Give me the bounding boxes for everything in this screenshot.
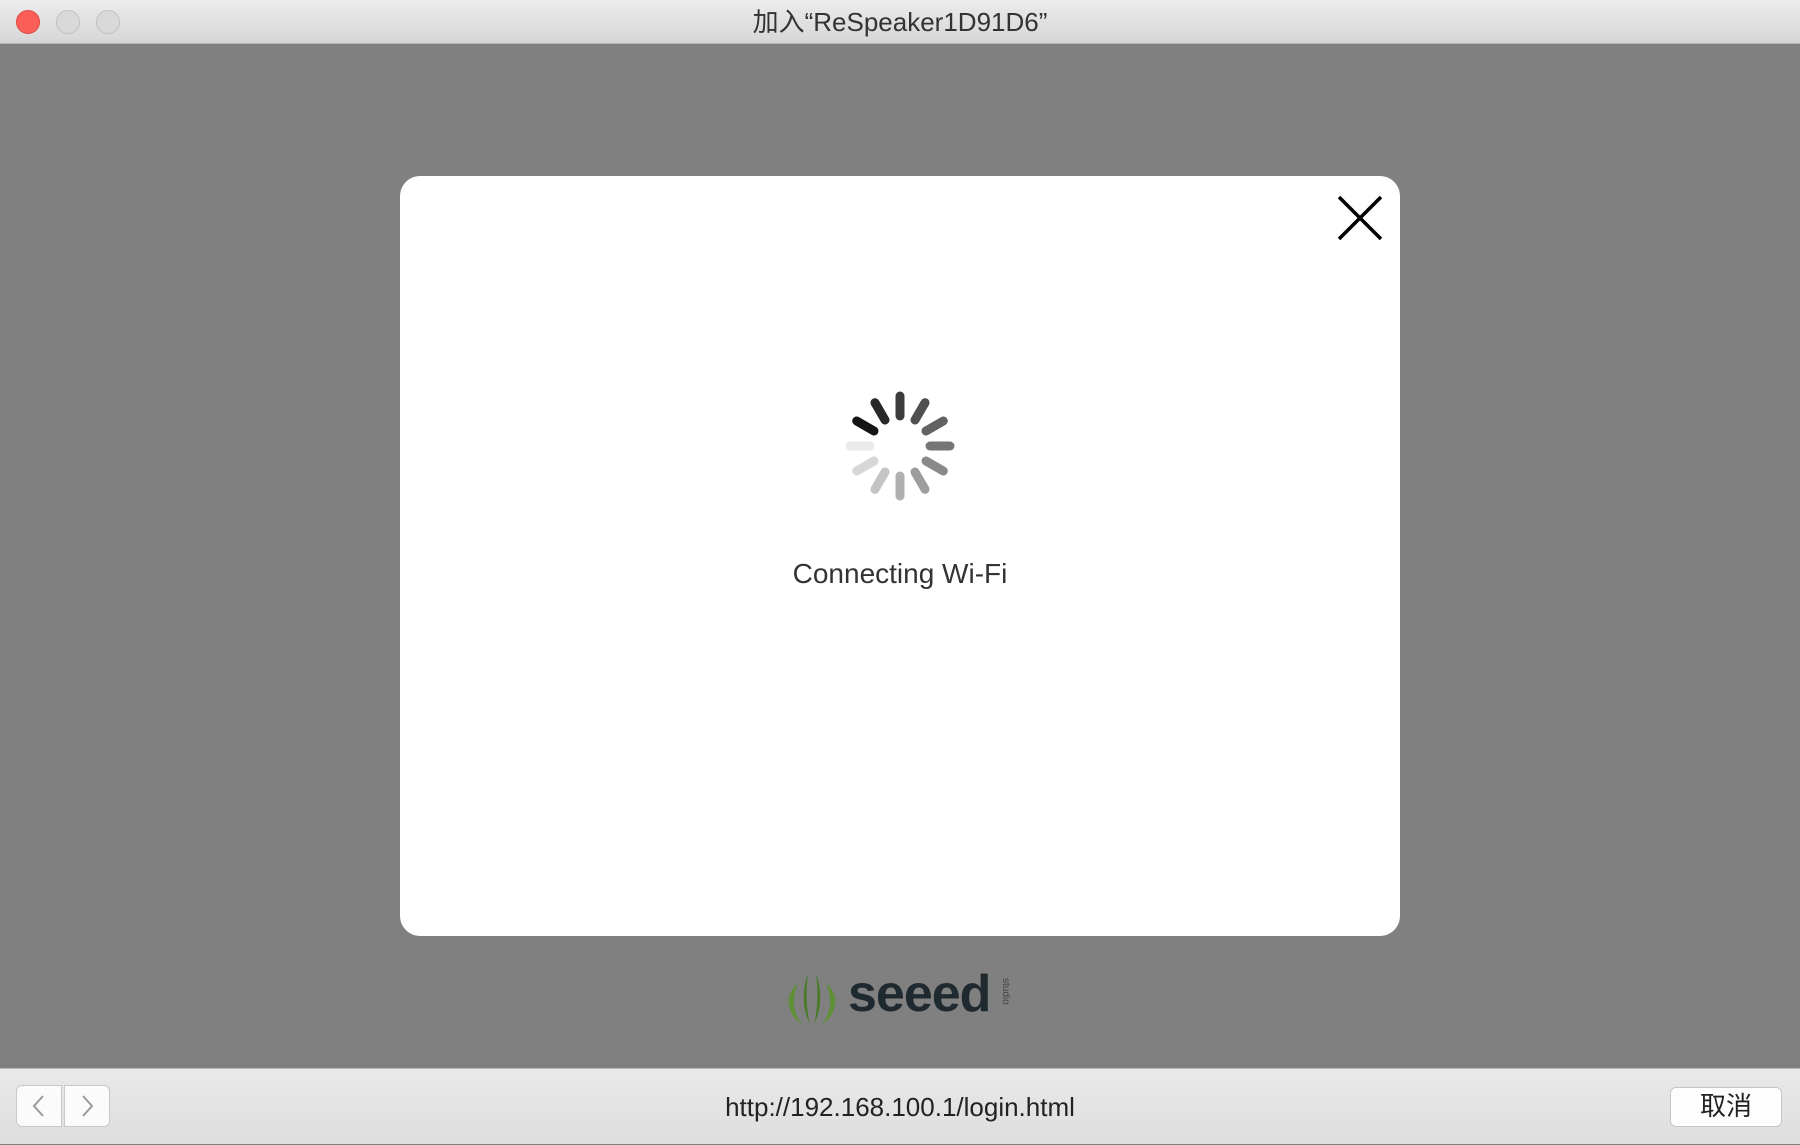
spinner-spoke [910,398,930,425]
spinner-spoke [921,416,948,436]
captive-portal-window: 加入“ReSpeaker1D91D6” Connecting Wi-Fi see… [0,0,1800,1144]
spinner-spoke [910,467,930,494]
spinner-spoke [921,456,948,476]
web-content: Connecting Wi-Fi seeed studio [0,44,1800,1068]
seeed-leaf-icon [788,974,836,1024]
spinner-spoke [870,467,890,494]
window-title: 加入“ReSpeaker1D91D6” [752,7,1048,37]
logo-wordmark: seeed [848,965,991,1023]
spinner-spoke [852,416,879,436]
spinner-spoke [870,398,890,425]
title-bar: 加入“ReSpeaker1D91D6” [0,0,1800,44]
connecting-dialog: Connecting Wi-Fi [400,176,1400,936]
bottom-bar: http://192.168.100.1/login.html 取消 [0,1068,1800,1144]
seeed-logo: seeed studio [780,965,1020,1028]
close-icon[interactable] [1333,191,1387,245]
url-display: http://192.168.100.1/login.html [725,1092,1075,1122]
status-text: Connecting Wi-Fi [792,558,1008,589]
logo-subtext: studio [1000,978,1011,1005]
spinner-spoke [852,456,879,476]
loading-spinner-icon [845,391,955,501]
cancel-button[interactable]: 取消 [1670,1087,1782,1127]
